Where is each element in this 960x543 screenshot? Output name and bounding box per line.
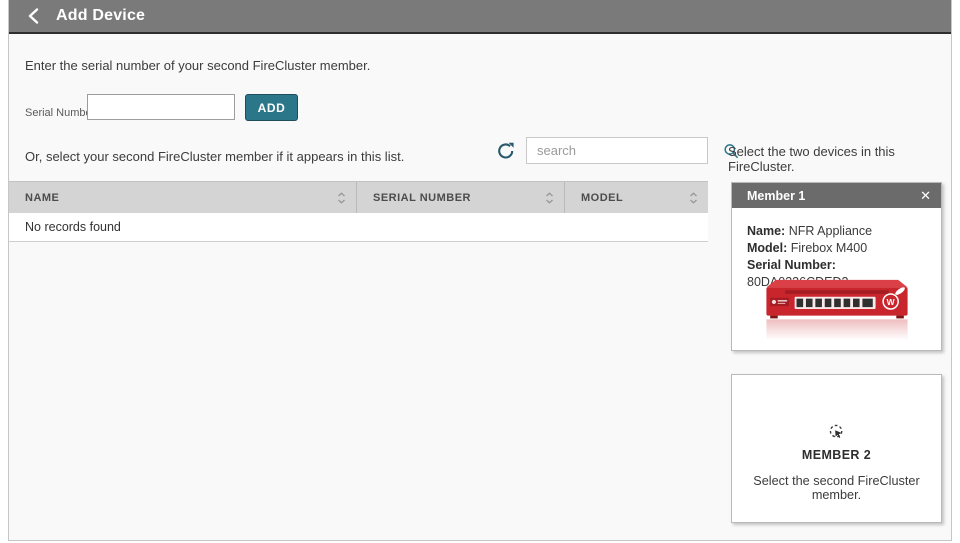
sort-icon [337,191,346,204]
search-box [526,137,738,164]
refresh-button[interactable] [496,141,516,161]
member1-card-header: Member 1 ✕ [732,183,941,208]
member2-body: MEMBER 2 Select the second FireCluster m… [732,375,941,502]
refresh-icon [498,142,514,159]
svg-text:W: W [887,297,895,307]
member2-description: Select the second FireCluster member. [753,474,920,502]
device-table-header: NAME SERIAL NUMBER MODEL [9,181,708,213]
member1-model-line: Model: Firebox M400 [747,241,868,255]
select-device-icon [829,424,842,438]
sort-icon [689,191,698,204]
member1-card: Member 1 ✕ Name: NFR Appliance Model: Fi… [731,182,942,351]
member1-title: Member 1 [747,188,806,203]
back-button[interactable] [23,6,43,26]
member2-title: MEMBER 2 [801,448,872,462]
page-title: Add Device [56,7,146,24]
chevron-left-icon [28,8,38,24]
column-header-serial-number[interactable]: SERIAL NUMBER [356,182,564,213]
serial-number-label: Serial Number [25,107,96,119]
column-header-model[interactable]: MODEL [564,182,708,213]
device-table: NAME SERIAL NUMBER MODEL No records foun… [9,181,708,242]
add-button[interactable]: ADD [245,94,298,121]
serial-number-input[interactable] [87,94,235,120]
add-device-window: Add Device Enter the serial number of yo… [8,0,952,541]
or-select-text: Or, select your second FireCluster membe… [25,149,405,164]
serial-instruction: Enter the serial number of your second F… [25,58,371,73]
column-header-name[interactable]: NAME [9,182,356,213]
close-icon[interactable]: ✕ [920,189,931,202]
member1-name-line: Name: NFR Appliance [747,224,873,238]
member2-card[interactable]: MEMBER 2 Select the second FireCluster m… [731,374,942,523]
cluster-instruction: Select the two devices in this FireClust… [728,144,895,174]
search-input[interactable] [527,143,723,158]
table-empty-row: No records found [9,213,708,242]
firebox-device-image: W [766,279,908,341]
sort-icon [545,191,554,204]
title-bar: Add Device [9,0,951,34]
